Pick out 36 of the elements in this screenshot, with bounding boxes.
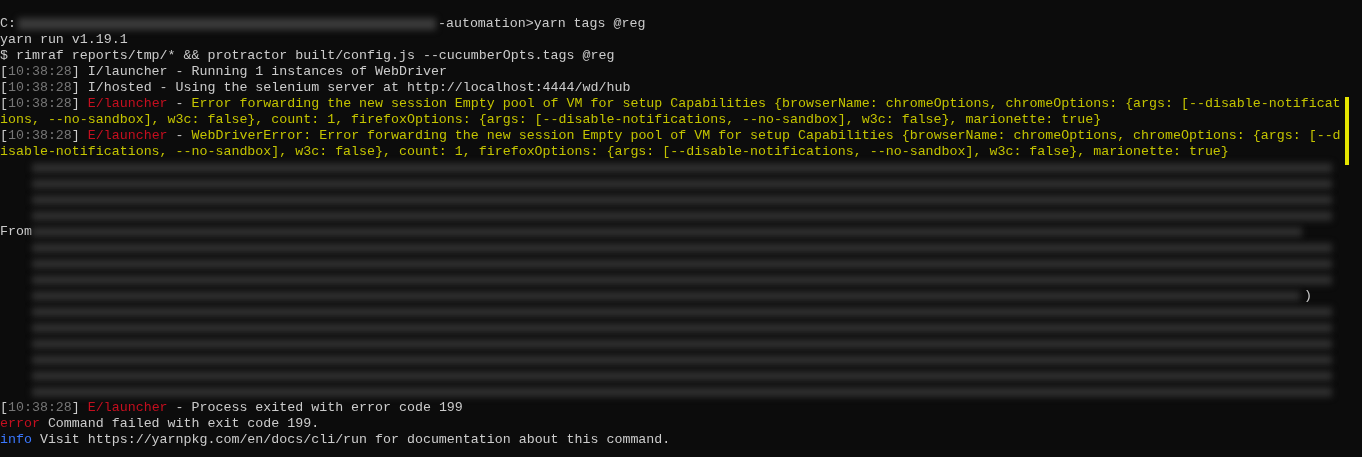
console-text: info (0, 432, 32, 448)
console-text: WebDriverError: Error forwarding the new session Empty pool of VM for setup Capabilities {browserName: chromeOptions, chromeOptions: {args: [--d (191, 128, 1341, 144)
console-text: [ (0, 64, 8, 80)
console-text: 10:38:28 (8, 96, 72, 112)
console-text: ] (71, 128, 81, 144)
console-text: C: (0, 16, 16, 32)
console-text: $ rimraf reports/tmp/* && protractor built/config.js --cucumberOpts.tags @reg (0, 48, 615, 64)
console-text: -automation>yarn tags @reg (437, 16, 646, 32)
scroll-marker (1345, 97, 1349, 165)
console-text: E/launcher (87, 128, 168, 144)
console-text: ] I/launcher - Running 1 instances of WebDriver (71, 64, 447, 80)
console-text: yarn run v1.19.1 (0, 32, 128, 48)
console-text: error (0, 416, 40, 432)
console-text: ] (71, 400, 81, 416)
console-text: [ (0, 128, 8, 144)
console-text: ions, --no-sandbox], w3c: false}, count: 1, firefoxOptions: {args: [--disable-notifications, --no-sandbox], w3c: false}, marionette: true} (0, 112, 1102, 128)
console-text: - (174, 128, 185, 144)
console-text: ] I/hosted - Using the selenium server at http://localhost:4444/wd/hub (71, 80, 631, 96)
console-text: 10:38:28 (8, 64, 72, 80)
console-text: isable-notifications, --no-sandbox], w3c: false}, count: 1, firefoxOptions: {args: [--disable-notifications, --no-sandbox], w3c: false}, marionette: true} (0, 144, 1229, 160)
console-text: [ (0, 80, 8, 96)
console-text: ) (1304, 288, 1312, 304)
console-text: - Process exited with error code 199 (174, 400, 463, 416)
console-text: ] (71, 96, 81, 112)
console-text: 10:38:28 (8, 128, 72, 144)
console-text: Error forwarding the new session Empty pool of VM for setup Capabilities {browserName: chromeOptions, chromeOptions: {args: [--disable-notificat (191, 96, 1341, 112)
console-text: 10:38:28 (8, 80, 72, 96)
console-text: [ (0, 96, 8, 112)
console-text: - (174, 96, 185, 112)
console-text: 10:38:28 (8, 400, 72, 416)
console-text: Visit https://yarnpkg.com/en/docs/cli/run for documentation about this command. (38, 432, 671, 448)
console-text: E/launcher (87, 400, 168, 416)
console-text: [ (0, 400, 8, 416)
console-text: From (0, 224, 32, 240)
console-text: E/launcher (87, 96, 168, 112)
console-text: Command failed with exit code 199. (46, 416, 320, 432)
